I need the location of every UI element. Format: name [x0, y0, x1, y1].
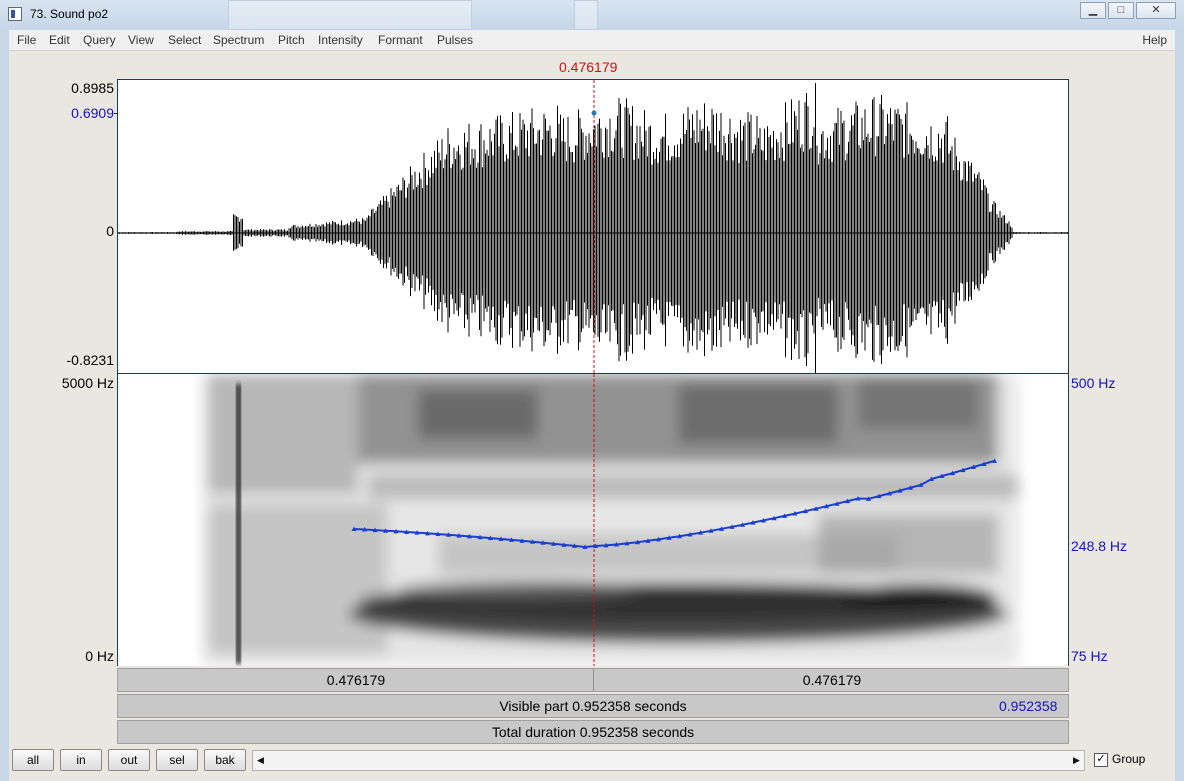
group-checkbox[interactable]: ✓ Group — [1094, 752, 1145, 767]
zoom-in-button[interactable]: in — [60, 749, 102, 771]
close-button[interactable]: ✕ — [1136, 2, 1176, 19]
right-part-duration[interactable]: 0.476179 — [594, 669, 1070, 691]
waveform-panel[interactable] — [117, 79, 1069, 374]
scroll-right-arrow-icon[interactable]: ▶ — [1069, 751, 1084, 770]
waveform-plot — [118, 80, 1068, 373]
waveform-cursor-value: 0.6909 — [71, 105, 114, 121]
menu-file[interactable]: File — [17, 33, 36, 47]
pitch-top-label: 500 Hz — [1071, 375, 1116, 391]
pitch-cursor-label: 248.8 Hz — [1071, 538, 1128, 554]
horizontal-scrollbar[interactable]: ◀ ▶ — [252, 750, 1085, 771]
menu-query[interactable]: Query — [83, 33, 116, 47]
minimize-button[interactable]: ▁ — [1080, 2, 1106, 19]
waveform-trace — [118, 83, 1068, 373]
menu-pulses[interactable]: Pulses — [437, 33, 473, 47]
time-selection-bar[interactable]: 0.476179 0.476179 — [117, 668, 1069, 692]
menu-select[interactable]: Select — [168, 33, 201, 47]
visible-part-bar[interactable]: Visible part 0.952358 seconds — [117, 694, 1069, 718]
zoom-out-button[interactable]: out — [108, 749, 150, 771]
menu-bar: File Edit Query View Select Spectrum Pit… — [9, 30, 1175, 51]
menu-pitch[interactable]: Pitch — [278, 33, 305, 47]
menu-view[interactable]: View — [128, 33, 154, 47]
spectrogram-panel[interactable] — [117, 374, 1069, 666]
app-icon — [8, 7, 22, 21]
zoom-all-button[interactable]: all — [12, 749, 54, 771]
cursor-time-label: 0.476179 — [559, 59, 618, 75]
left-part-duration[interactable]: 0.476179 — [118, 669, 594, 691]
background-window-ghost — [228, 0, 472, 30]
background-window-ghost — [574, 0, 598, 30]
spectrogram-plot — [203, 374, 1018, 666]
menu-help[interactable]: Help — [1142, 33, 1167, 47]
window-title: 73. Sound po2 — [30, 7, 109, 21]
menu-edit[interactable]: Edit — [49, 33, 70, 47]
zoom-back-button[interactable]: bak — [204, 749, 246, 771]
visible-end-label: 0.952358 — [999, 698, 1058, 714]
waveform-min-label: -0.8231 — [66, 352, 114, 368]
window-border-right — [1175, 30, 1184, 781]
waveform-max-label: 0.8985 — [71, 80, 114, 96]
title-bar: 73. Sound po2 ▁ □ ✕ — [0, 0, 1184, 31]
total-duration-bar[interactable]: Total duration 0.952358 seconds — [117, 720, 1069, 744]
group-label: Group — [1112, 752, 1146, 766]
cursor-sample-marker — [591, 110, 597, 116]
scroll-left-arrow-icon[interactable]: ◀ — [253, 751, 268, 770]
menu-spectrum[interactable]: Spectrum — [213, 33, 264, 47]
waveform-signal — [118, 83, 1068, 373]
menu-formant[interactable]: Formant — [378, 33, 423, 47]
onset-burst — [236, 384, 241, 664]
waveform-zero-label: 0 — [106, 223, 114, 239]
spectrogram-texture — [203, 374, 1018, 666]
pitch-bottom-label: 75 Hz — [1071, 648, 1108, 664]
spectrogram-bottom-freq: 0 Hz — [85, 648, 114, 664]
window-border-left — [0, 30, 9, 781]
zoom-selection-button[interactable]: sel — [156, 749, 198, 771]
maximize-button[interactable]: □ — [1108, 2, 1134, 19]
menu-intensity[interactable]: Intensity — [318, 33, 363, 47]
checkbox-checked-icon[interactable]: ✓ — [1094, 752, 1108, 767]
spectrogram-top-freq: 5000 Hz — [61, 375, 114, 391]
